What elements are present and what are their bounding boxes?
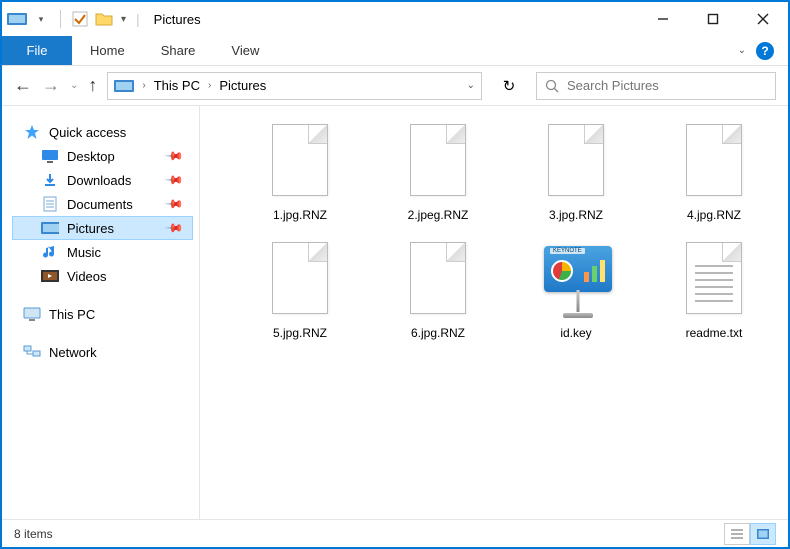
refresh-button[interactable]: ↻: [492, 72, 526, 100]
sidebar-network[interactable]: Network: [12, 340, 193, 364]
pictures-icon: [41, 220, 59, 236]
explorer-app-icon[interactable]: [6, 8, 28, 30]
navigation-pane: Quick access Desktop📌Downloads📌Documents…: [2, 106, 200, 519]
window-controls: [638, 3, 788, 35]
sidebar-item-label: This PC: [49, 307, 95, 322]
window-title: Pictures: [154, 12, 201, 27]
pin-icon: 📌: [164, 194, 184, 214]
file-name: 3.jpg.RNZ: [549, 208, 603, 222]
address-bar-row: ← → ⌄ ↑ › This PC › Pictures ⌄ ↻: [2, 66, 788, 106]
chevron-right-icon[interactable]: ›: [138, 80, 149, 91]
forward-button[interactable]: →: [42, 75, 60, 96]
details-view-button[interactable]: [724, 523, 750, 545]
file-name: 5.jpg.RNZ: [273, 326, 327, 340]
back-button[interactable]: ←: [14, 75, 32, 96]
sidebar-item-videos[interactable]: Videos: [12, 264, 193, 288]
tab-home[interactable]: Home: [72, 36, 143, 65]
videos-icon: [41, 268, 59, 284]
file-tab[interactable]: File: [2, 36, 72, 65]
file-name: readme.txt: [686, 326, 743, 340]
file-item[interactable]: 5.jpg.RNZ: [236, 242, 364, 340]
sidebar-item-label: Music: [67, 245, 101, 260]
breadcrumb-pictures[interactable]: Pictures: [219, 78, 266, 93]
file-item[interactable]: 4.jpg.RNZ: [650, 124, 778, 222]
up-button[interactable]: ↑: [88, 75, 97, 96]
statusbar: 8 items: [2, 519, 788, 547]
breadcrumb-this-pc[interactable]: This PC: [154, 78, 200, 93]
file-item[interactable]: KEYNOTE id.key: [512, 242, 640, 340]
this-pc-icon: [23, 306, 41, 322]
sidebar-item-label: Pictures: [67, 221, 114, 236]
sidebar-item-label: Downloads: [67, 173, 131, 188]
desktop-icon: [41, 148, 59, 164]
file-icon: [679, 242, 749, 320]
close-button[interactable]: [738, 3, 788, 35]
sidebar-item-pictures[interactable]: Pictures 📌: [12, 216, 193, 240]
address-dropdown-icon[interactable]: ⌄: [467, 80, 475, 91]
pin-icon: 📌: [164, 146, 184, 166]
titlebar: ▾ ▾ | Pictures: [2, 2, 788, 36]
file-pane[interactable]: 1.jpg.RNZ 2.jpeg.RNZ 3.jpg.RNZ 4.jpg.RNZ 5.j…: [200, 106, 788, 519]
address-bar[interactable]: › This PC › Pictures ⌄: [107, 72, 482, 100]
file-item[interactable]: 3.jpg.RNZ: [512, 124, 640, 222]
file-name: 2.jpeg.RNZ: [408, 208, 469, 222]
properties-checkbox-icon[interactable]: [69, 8, 91, 30]
file-name: 6.jpg.RNZ: [411, 326, 465, 340]
qat-dropdown-icon[interactable]: ▾: [30, 8, 52, 30]
file-name: 4.jpg.RNZ: [687, 208, 741, 222]
help-icon[interactable]: ?: [756, 42, 774, 60]
sidebar-this-pc[interactable]: This PC: [12, 302, 193, 326]
maximize-button[interactable]: [688, 3, 738, 35]
file-icon: [403, 124, 473, 202]
network-icon: [23, 344, 41, 360]
file-item[interactable]: 6.jpg.RNZ: [374, 242, 502, 340]
file-icon: [541, 124, 611, 202]
body: Quick access Desktop📌Downloads📌Documents…: [2, 106, 788, 519]
view-toggle: [724, 523, 776, 545]
file-item[interactable]: 2.jpeg.RNZ: [374, 124, 502, 222]
qat-caret-icon[interactable]: ▾: [121, 14, 126, 25]
sidebar-item-label: Documents: [67, 197, 133, 212]
file-icon: [679, 124, 749, 202]
search-box[interactable]: [536, 72, 776, 100]
ribbon: File Home Share View ⌄ ?: [2, 36, 788, 66]
sidebar-item-music[interactable]: Music: [12, 240, 193, 264]
documents-icon: [41, 196, 59, 212]
file-icon: KEYNOTE: [541, 242, 611, 320]
file-item[interactable]: readme.txt: [650, 242, 778, 340]
minimize-button[interactable]: [638, 3, 688, 35]
item-count: 8 items: [14, 527, 53, 541]
nav-arrows: ← → ⌄ ↑: [14, 75, 97, 96]
music-icon: [41, 244, 59, 260]
sidebar-item-label: Quick access: [49, 125, 126, 140]
chevron-right-icon[interactable]: ›: [204, 80, 215, 91]
recent-locations-icon[interactable]: ⌄: [70, 80, 78, 91]
sidebar-item-documents[interactable]: Documents 📌: [12, 192, 193, 216]
sidebar-item-label: Network: [49, 345, 97, 360]
file-icon: [265, 242, 335, 320]
downloads-icon: [41, 172, 59, 188]
search-icon: [545, 79, 559, 93]
sidebar-item-desktop[interactable]: Desktop 📌: [12, 144, 193, 168]
folder-icon[interactable]: [93, 8, 115, 30]
file-name: id.key: [560, 326, 591, 340]
file-icon: [403, 242, 473, 320]
sidebar-item-downloads[interactable]: Downloads 📌: [12, 168, 193, 192]
file-item[interactable]: 1.jpg.RNZ: [236, 124, 364, 222]
sidebar-item-label: Videos: [67, 269, 107, 284]
file-name: 1.jpg.RNZ: [273, 208, 327, 222]
quick-access-toolbar: ▾ ▾ | Pictures: [2, 8, 201, 30]
large-icons-view-button[interactable]: [750, 523, 776, 545]
tab-view[interactable]: View: [213, 36, 277, 65]
tab-share[interactable]: Share: [143, 36, 214, 65]
ribbon-collapse-icon[interactable]: ⌄: [738, 45, 746, 56]
file-icon: [265, 124, 335, 202]
pin-icon: 📌: [164, 170, 184, 190]
pin-icon: 📌: [164, 218, 184, 238]
sidebar-item-label: Desktop: [67, 149, 115, 164]
pictures-crumb-icon: [114, 78, 134, 94]
sidebar-quick-access[interactable]: Quick access: [12, 120, 193, 144]
star-icon: [23, 124, 41, 140]
search-input[interactable]: [567, 78, 767, 93]
